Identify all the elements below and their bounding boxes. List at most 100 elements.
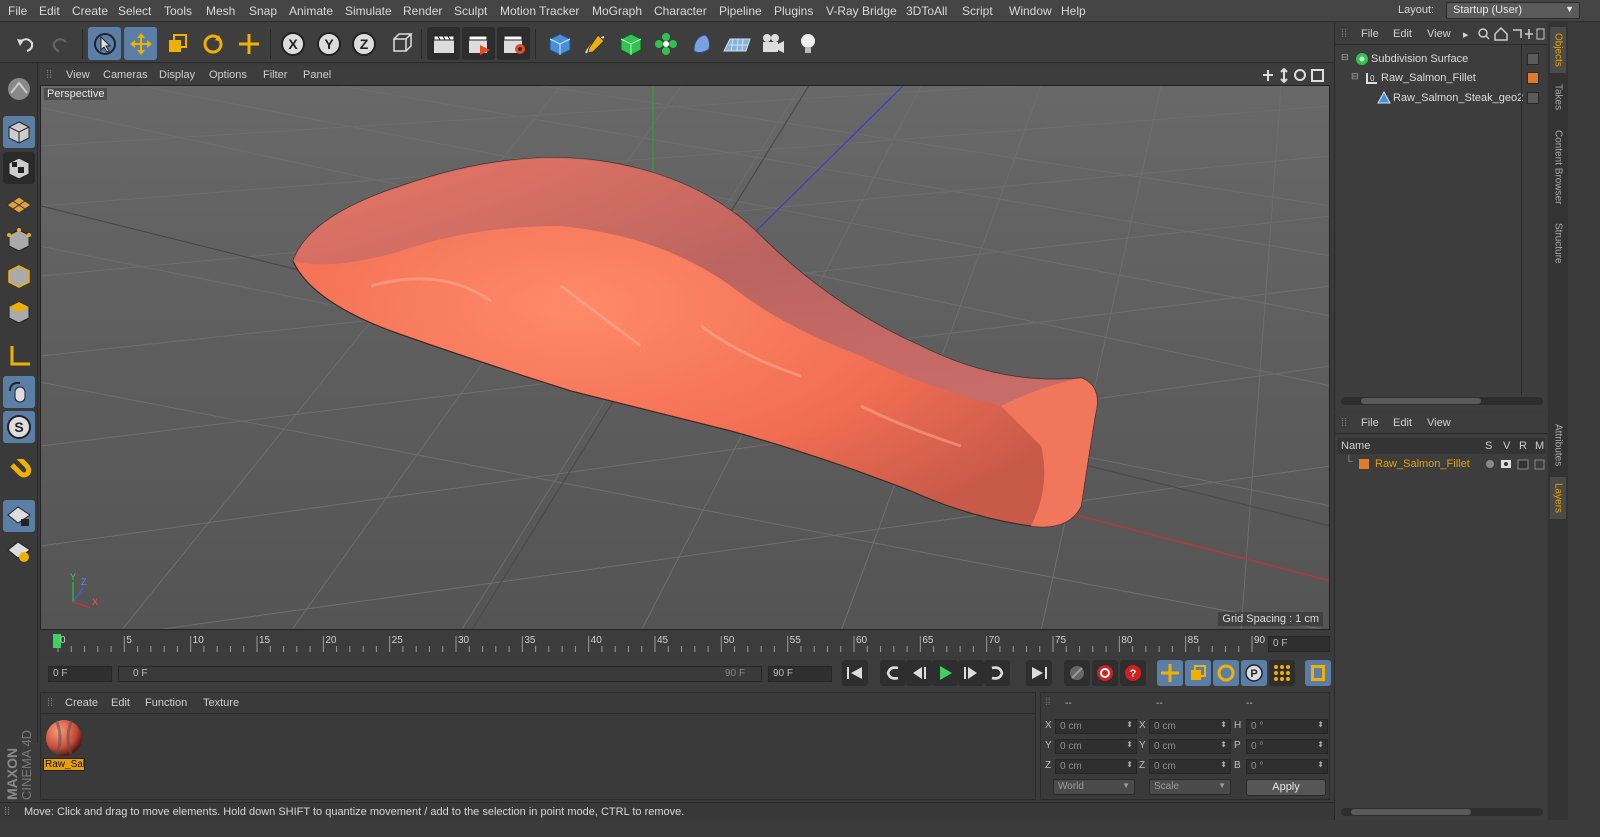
material-swatch[interactable]: Raw_Sal bbox=[43, 718, 85, 772]
layer-row-raw-salmon-fillet[interactable]: └ Raw_Salmon_Fillet bbox=[1335, 455, 1547, 474]
edges-mode-button[interactable] bbox=[3, 260, 35, 292]
points-mode-button[interactable] bbox=[3, 224, 35, 256]
timeline-window-button[interactable] bbox=[1305, 660, 1331, 686]
go-to-start-button[interactable] bbox=[842, 660, 868, 686]
size-z-field[interactable]: 0 cm ⬍ bbox=[1149, 759, 1231, 774]
menu-plugins[interactable]: Plugins bbox=[774, 4, 813, 18]
apply-button[interactable]: Apply bbox=[1246, 779, 1326, 796]
redo-button[interactable] bbox=[44, 27, 77, 60]
make-editable-button[interactable] bbox=[3, 73, 35, 105]
snap-button[interactable] bbox=[3, 456, 35, 488]
record-active-button[interactable] bbox=[1092, 660, 1118, 686]
object-menu-edit[interactable]: Edit bbox=[1393, 28, 1412, 40]
coordinate-system-button[interactable] bbox=[383, 27, 416, 60]
position-x-field[interactable]: 0 cm ⬍ bbox=[1055, 719, 1137, 734]
enable-snap-lock-button[interactable] bbox=[3, 500, 35, 532]
previous-key-button[interactable] bbox=[880, 660, 906, 686]
menu-character[interactable]: Character bbox=[654, 4, 707, 18]
object-row-raw-salmon-fillet[interactable]: ⊟ 0 Raw_Salmon_Fillet bbox=[1335, 69, 1547, 88]
object-visibility-toggle[interactable] bbox=[1527, 53, 1539, 65]
menu-window[interactable]: Window bbox=[1009, 4, 1052, 18]
y-axis-lock-button[interactable]: Y bbox=[312, 27, 345, 60]
collapse-icon[interactable]: ⊟ bbox=[1351, 71, 1359, 82]
menu-select[interactable]: Select bbox=[118, 4, 151, 18]
size-y-field[interactable]: 0 cm ⬍ bbox=[1149, 739, 1231, 754]
tab-objects[interactable]: Objects bbox=[1550, 27, 1566, 73]
next-frame-button[interactable] bbox=[958, 660, 984, 686]
texture-mode-button[interactable] bbox=[3, 152, 35, 184]
material-menu-edit[interactable]: Edit bbox=[111, 697, 130, 709]
frame-range-slider[interactable]: 0 F 90 F bbox=[118, 666, 762, 682]
tab-layers[interactable]: Layers bbox=[1550, 477, 1566, 519]
size-x-field[interactable]: 0 cm ⬍ bbox=[1149, 719, 1231, 734]
menu-animate[interactable]: Animate bbox=[289, 4, 333, 18]
live-selection-button[interactable] bbox=[88, 27, 121, 60]
start-frame-field[interactable]: 0 F bbox=[48, 666, 112, 682]
menu-snap[interactable]: Snap bbox=[249, 4, 277, 18]
menu-tools[interactable]: Tools bbox=[164, 4, 192, 18]
undo-button[interactable] bbox=[8, 27, 41, 60]
menu-3dtoall[interactable]: 3DToAll bbox=[906, 4, 947, 18]
add-generator-button[interactable] bbox=[614, 27, 647, 60]
layer-horizontal-scrollbar[interactable] bbox=[1341, 808, 1543, 816]
go-to-end-button[interactable] bbox=[1026, 660, 1052, 686]
viewport-menu-cameras[interactable]: Cameras bbox=[103, 69, 148, 81]
coordinate-mode-select[interactable]: Scale ▼ bbox=[1149, 779, 1231, 795]
key-scale-button[interactable] bbox=[1185, 660, 1211, 686]
polygons-mode-button[interactable] bbox=[3, 296, 35, 328]
viewport-menu-view[interactable]: View bbox=[66, 69, 90, 81]
tweak-mode-button[interactable] bbox=[3, 376, 35, 408]
add-light-button[interactable] bbox=[791, 27, 824, 60]
key-parameter-button[interactable]: P bbox=[1241, 660, 1267, 686]
recent-tool-button[interactable] bbox=[232, 27, 265, 60]
rotation-h-field[interactable]: 0 ° ⬍ bbox=[1246, 719, 1328, 734]
viewport-menu-options[interactable]: Options bbox=[209, 69, 247, 81]
tab-attributes[interactable]: Attributes bbox=[1550, 417, 1566, 473]
add-spline-button[interactable] bbox=[578, 27, 611, 60]
axis-mode-button[interactable] bbox=[3, 340, 35, 372]
perspective-viewport[interactable]: Perspective Y Z X Grid Spacing : 1 cm bbox=[40, 85, 1330, 630]
object-row-subdivision-surface[interactable]: ⊟ Subdivision Surface bbox=[1335, 50, 1547, 69]
menu-arrow-icon[interactable]: ▸ bbox=[1463, 28, 1469, 41]
previous-frame-button[interactable] bbox=[906, 660, 932, 686]
move-tool-button[interactable] bbox=[124, 27, 157, 60]
object-row-raw-salmon-steak-geo2[interactable]: Raw_Salmon_Steak_geo2 bbox=[1335, 89, 1547, 108]
viewport-menu-panel[interactable]: Panel bbox=[303, 69, 331, 81]
key-pla-button[interactable] bbox=[1269, 660, 1295, 686]
collapse-icon[interactable]: ⊟ bbox=[1341, 52, 1349, 63]
add-camera-button[interactable] bbox=[756, 27, 789, 60]
material-menu-texture[interactable]: Texture bbox=[203, 697, 239, 709]
menu-help[interactable]: Help bbox=[1061, 4, 1086, 18]
menu-simulate[interactable]: Simulate bbox=[345, 4, 392, 18]
menu-mesh[interactable]: Mesh bbox=[206, 4, 235, 18]
render-picture-viewer-button[interactable] bbox=[462, 27, 495, 60]
render-view-button[interactable] bbox=[427, 27, 460, 60]
scale-tool-button[interactable] bbox=[160, 27, 193, 60]
tab-takes[interactable]: Takes bbox=[1550, 77, 1566, 117]
layer-menu-edit[interactable]: Edit bbox=[1393, 417, 1412, 429]
add-floor-button[interactable] bbox=[720, 27, 753, 60]
layer-toggle-icons[interactable] bbox=[1485, 459, 1545, 471]
menu-sculpt[interactable]: Sculpt bbox=[454, 4, 487, 18]
add-deformer-button[interactable] bbox=[685, 27, 718, 60]
object-menu-file[interactable]: File bbox=[1361, 28, 1379, 40]
render-settings-button[interactable] bbox=[497, 27, 530, 60]
timeline-ruler[interactable]: 0 5 10 15 20 25 30 35 40 45 50 55 60 65 70 75 80 85 90 0 F bbox=[40, 632, 1330, 656]
play-button[interactable] bbox=[932, 660, 958, 686]
menu-script[interactable]: Script bbox=[962, 4, 993, 18]
next-key-button[interactable] bbox=[984, 660, 1010, 686]
object-tag[interactable] bbox=[1527, 92, 1539, 104]
rotation-b-field[interactable]: 0 ° ⬍ bbox=[1246, 759, 1328, 774]
z-axis-lock-button[interactable]: Z bbox=[347, 27, 380, 60]
x-axis-lock-button[interactable]: X bbox=[276, 27, 309, 60]
menu-mograph[interactable]: MoGraph bbox=[592, 4, 642, 18]
menu-edit[interactable]: Edit bbox=[39, 4, 60, 18]
end-frame-field[interactable]: 90 F bbox=[768, 666, 832, 682]
position-y-field[interactable]: 0 cm ⬍ bbox=[1055, 739, 1137, 754]
tab-structure[interactable]: Structure bbox=[1550, 217, 1566, 269]
viewport-menu-display[interactable]: Display bbox=[159, 69, 195, 81]
viewport-navigation-icons[interactable] bbox=[1262, 68, 1328, 83]
motion-path-button[interactable] bbox=[1064, 660, 1090, 686]
layer-menu-view[interactable]: View bbox=[1427, 417, 1451, 429]
add-mograph-button[interactable] bbox=[649, 27, 682, 60]
